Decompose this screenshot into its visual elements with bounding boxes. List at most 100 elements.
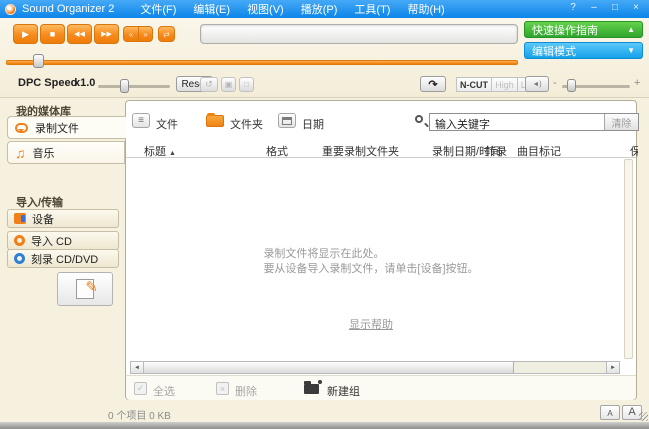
skip-forward-button[interactable]: » (138, 26, 153, 42)
repeat-button[interactable]: ↺ (200, 77, 218, 92)
help-icon[interactable]: ? (567, 2, 579, 13)
close-icon[interactable]: × (630, 2, 642, 13)
music-label: 音乐 (33, 145, 55, 161)
delete-label[interactable]: 删除 (235, 383, 257, 399)
chevron-up-icon: ▲ (627, 25, 635, 34)
voice-bubble-icon (15, 123, 28, 133)
skip-button-group: « » (123, 26, 153, 42)
seek-slider-track[interactable] (6, 60, 518, 65)
empty-message-line2: 要从设备导入录制文件，请单击[设备]按钮。 (263, 262, 478, 277)
tab-files[interactable]: 文件 (156, 116, 178, 132)
marker-b-button[interactable]: □ (239, 77, 254, 92)
column-header-rec-folder[interactable]: 录制文件夹 (344, 143, 399, 159)
help-link-wrap: 显示帮助 (126, 315, 616, 333)
select-all-checkbox[interactable]: ✓ (134, 382, 147, 395)
previous-button[interactable]: ◀◀ (67, 24, 92, 44)
select-all-label[interactable]: 全选 (153, 383, 175, 399)
scroll-right-icon[interactable]: ► (606, 362, 619, 373)
voice-adjust-button[interactable]: ↷ (420, 76, 446, 92)
sidebar-item-import-cd[interactable]: 导入 CD (7, 231, 119, 250)
file-list-panel: ≡ 文件 文件夹 日期 输入关键字 清除 标题▲ 格式 重要 录制文件夹 录制日… (125, 100, 637, 400)
window-bottom-edge (0, 422, 649, 429)
date-view-icon[interactable] (278, 113, 296, 128)
delete-icon[interactable]: × (216, 382, 229, 395)
show-help-link[interactable]: 显示帮助 (349, 319, 393, 331)
horizontal-scroll-track[interactable] (144, 362, 606, 373)
quick-guide-button[interactable]: 快速操作指南 ▲ (524, 21, 643, 38)
import-cd-label: 导入 CD (31, 233, 72, 249)
minimize-icon[interactable]: – (588, 2, 600, 13)
recorded-files-label: 录制文件 (35, 120, 79, 136)
menu-edit[interactable]: 编辑(E) (193, 1, 230, 17)
folder-view-icon[interactable] (206, 115, 224, 127)
search-input[interactable]: 输入关键字 清除 (429, 113, 639, 131)
statusbar: 0 个项目 0 KB A A (0, 402, 649, 422)
font-size-small-button[interactable]: A (600, 405, 620, 420)
menu-file[interactable]: 文件(F) (140, 1, 176, 17)
new-group-icon[interactable] (304, 384, 319, 394)
resize-grip[interactable] (639, 412, 648, 421)
sidebar-item-music[interactable]: ♫ 音乐 (7, 141, 125, 164)
sidebar-item-recorded-files[interactable]: 录制文件 (7, 116, 126, 139)
edit-mode-button[interactable]: 编辑模式 ▼ (524, 42, 643, 59)
dpc-slider-track[interactable] (98, 85, 170, 88)
list-action-bar: ✓ 全选 × 删除 新建组 (126, 375, 636, 400)
new-group-label[interactable]: 新建组 (327, 383, 360, 399)
column-header-title[interactable]: 标题▲ (144, 143, 176, 159)
horizontal-scroll-thumb[interactable] (144, 362, 514, 373)
app-icon (5, 4, 16, 15)
tab-dates[interactable]: 日期 (302, 116, 324, 132)
scroll-left-icon[interactable]: ◄ (131, 362, 144, 373)
menu-help[interactable]: 帮助(H) (407, 1, 444, 17)
burn-cd-label: 刻录 CD/DVD (31, 251, 98, 267)
import-header: 导入/传输 (16, 194, 63, 210)
item-count-status: 0 个项目 0 KB (108, 407, 171, 422)
tab-folders[interactable]: 文件夹 (230, 116, 263, 132)
dpc-speed-label: DPC Speed (18, 77, 77, 89)
menubar: 文件(F) 编辑(E) 视图(V) 播放(P) 工具(T) 帮助(H) (140, 1, 444, 17)
seek-slider-handle[interactable] (33, 54, 44, 68)
list-view-icon[interactable]: ≡ (132, 113, 150, 128)
content-area: 我的媒体库 录制文件 ♫ 音乐 导入/传输 设备 导入 CD 刻录 CD/DVD… (0, 98, 649, 402)
device-label: 设备 (32, 211, 54, 227)
search-clear-button[interactable]: 清除 (604, 114, 638, 130)
chevron-down-icon: ▼ (627, 46, 635, 55)
device-icon (14, 213, 26, 224)
edit-mode-label: 编辑模式 (532, 43, 576, 59)
column-header-important[interactable]: 重要 (322, 143, 344, 159)
menu-tools[interactable]: 工具(T) (354, 1, 390, 17)
speaker-icon[interactable]: ◄) (525, 76, 549, 92)
stop-button[interactable]: ■ (40, 24, 65, 44)
dpc-speed-value: x1.0 (74, 77, 95, 89)
column-header-format[interactable]: 格式 (266, 143, 288, 159)
volume-minus-label: - (553, 77, 557, 89)
sidebar-item-device[interactable]: 设备 (7, 209, 119, 228)
ncut-high-button[interactable]: High (491, 77, 518, 92)
column-header-transcribe[interactable]: 转录 (485, 143, 507, 159)
column-header-row: 标题▲ 格式 重要 录制文件夹 录制日期/时间 转录 曲目标记 保 (126, 141, 636, 158)
menu-play[interactable]: 播放(P) (301, 1, 338, 17)
column-header-clipped[interactable]: 保 (630, 143, 638, 159)
edit-note-button[interactable]: ✎ (57, 272, 113, 306)
sidebar-item-burn-cd-dvd[interactable]: 刻录 CD/DVD (7, 249, 119, 268)
column-header-track-marks[interactable]: 曲目标记 (517, 143, 561, 159)
vertical-scrollbar[interactable] (624, 159, 633, 359)
next-button[interactable]: ▶▶ (94, 24, 119, 44)
marker-a-button[interactable]: ▣ (221, 77, 236, 92)
ab-repeat-button[interactable]: ⇄ (158, 26, 175, 42)
music-note-icon: ♫ (15, 146, 26, 160)
menu-view[interactable]: 视图(V) (247, 1, 284, 17)
skip-back-button[interactable]: « (123, 26, 138, 42)
column-title-label: 标题 (144, 146, 166, 158)
empty-state: 录制文件将显示在此处。 要从设备导入录制文件，请单击[设备]按钮。 (126, 247, 616, 277)
cd-burn-icon (14, 253, 25, 264)
play-button[interactable]: ▶ (13, 24, 38, 44)
maximize-icon[interactable]: □ (609, 2, 621, 13)
search-icon (415, 115, 423, 123)
volume-slider-handle[interactable] (567, 79, 576, 92)
horizontal-scrollbar[interactable]: ◄ ► (130, 361, 620, 374)
dpc-slider-handle[interactable] (120, 79, 129, 93)
titlebar: Sound Organizer 2 文件(F) 编辑(E) 视图(V) 播放(P… (0, 0, 649, 18)
volume-plus-label: + (634, 77, 640, 89)
search-placeholder: 输入关键字 (430, 114, 604, 130)
